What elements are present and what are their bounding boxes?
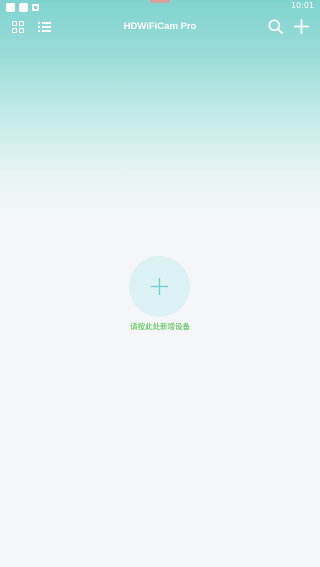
notification-square-icon [19,2,28,12]
add-icon[interactable] [294,19,309,34]
add-device-label[interactable]: 请按此处新增设备 [0,321,320,332]
notification-square-icon [6,2,15,12]
camera-notch [150,0,170,3]
status-time: 10:01 [290,1,314,10]
add-device-button[interactable] [129,256,190,317]
plus-icon [151,278,168,295]
app-bar: HDWiFiCam Pro [0,14,320,42]
search-icon[interactable] [268,19,283,34]
status-bar: 10:01 [0,0,320,14]
status-notification-icons [6,2,39,12]
notification-small-icon [32,3,39,11]
app-screen: 10:01 HDWiFiCam Pro 请按此处新增设备 [0,0,320,567]
